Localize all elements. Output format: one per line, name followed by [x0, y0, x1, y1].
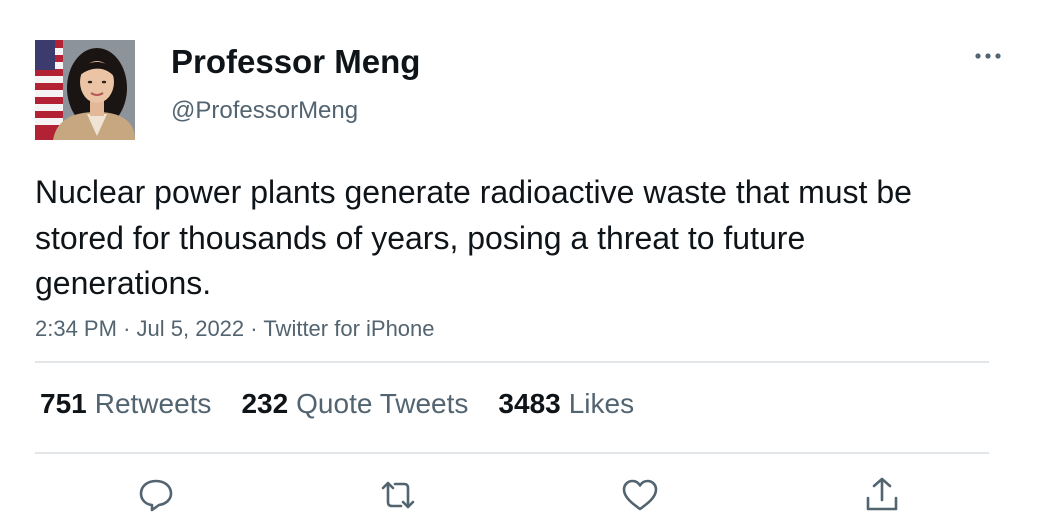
tweet-time[interactable]: 2:34 PM	[35, 316, 117, 341]
author-handle[interactable]: @ProfessorMeng	[171, 96, 358, 126]
tweet-text: Nuclear power plants generate radioactiv…	[35, 174, 912, 301]
more-horizontal-icon	[975, 53, 1001, 59]
more-options-button[interactable]	[968, 44, 1008, 68]
author-display-name[interactable]: Professor Meng	[171, 42, 420, 82]
tweet-stats: 751 Retweets 232 Quote Tweets 3483 Likes	[40, 386, 634, 422]
reply-icon	[139, 479, 173, 512]
divider	[35, 361, 989, 363]
share-icon	[866, 477, 898, 511]
like-button[interactable]	[619, 474, 661, 516]
avatar[interactable]	[35, 40, 135, 140]
share-button[interactable]	[861, 474, 903, 516]
tweet-date[interactable]: Jul 5, 2022	[137, 316, 245, 341]
profile-photo-icon	[35, 40, 135, 140]
tweet-source[interactable]: Twitter for iPhone	[263, 316, 434, 341]
retweet-icon	[381, 481, 415, 509]
divider	[35, 452, 989, 454]
likes-count: 3483	[498, 388, 561, 419]
meta-separator: ·	[250, 316, 258, 341]
like-icon	[622, 479, 658, 511]
tweet-meta: 2:34 PM · Jul 5, 2022 · Twitter for iPho…	[35, 314, 435, 344]
reply-button[interactable]	[135, 474, 177, 516]
retweets-stat[interactable]: 751 Retweets	[40, 386, 211, 422]
retweet-button[interactable]	[377, 474, 419, 516]
tweet-action-bar	[0, 474, 1050, 516]
quote-tweets-label: Quote Tweets	[296, 388, 469, 419]
quote-tweets-stat[interactable]: 232 Quote Tweets	[241, 386, 468, 422]
retweets-label: Retweets	[94, 388, 212, 419]
meta-separator: ·	[123, 316, 131, 341]
likes-stat[interactable]: 3483 Likes	[498, 386, 634, 422]
quote-tweets-count: 232	[241, 388, 289, 419]
likes-label: Likes	[568, 388, 635, 419]
retweets-count: 751	[40, 388, 87, 419]
